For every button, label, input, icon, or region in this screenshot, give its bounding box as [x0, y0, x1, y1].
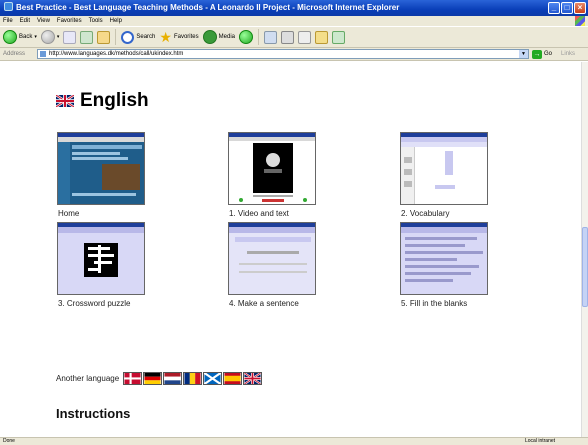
item-sentence-label: 4. Make a sentence — [229, 299, 299, 308]
window-titlebar: Best Practice - Best Language Teaching M… — [0, 0, 588, 16]
stop-icon[interactable] — [63, 30, 77, 44]
address-label: Address — [3, 51, 26, 57]
menu-favorites[interactable]: Favorites — [57, 16, 82, 26]
toolbar: Back ▾ ▾ Search ★ Favorites Media — [0, 26, 588, 48]
another-language-label: Another language — [56, 374, 120, 383]
back-button[interactable]: Back ▾ — [3, 30, 37, 44]
item-vocabulary[interactable]: 2. Vocabulary — [400, 132, 488, 218]
print-icon[interactable] — [280, 30, 294, 44]
item-video-label: 1. Video and text — [229, 209, 289, 218]
menu-edit[interactable]: Edit — [20, 16, 30, 26]
menu-file[interactable]: File — [3, 16, 13, 26]
back-label: Back — [19, 34, 33, 40]
item-vocabulary-label: 2. Vocabulary — [401, 209, 450, 218]
vertical-scrollbar[interactable] — [581, 62, 588, 437]
messenger-icon[interactable] — [331, 30, 345, 44]
mail-icon[interactable] — [263, 30, 277, 44]
instructions-heading: Instructions — [56, 406, 131, 421]
item-crossword-label: 3. Crossword puzzle — [58, 299, 131, 308]
star-icon: ★ — [159, 29, 172, 45]
page-content: English Home 1. Video and text 2. Vocabu… — [0, 62, 581, 437]
danish-flag-icon[interactable] — [123, 372, 143, 385]
media-label: Media — [218, 34, 235, 40]
menu-view[interactable]: View — [37, 16, 50, 26]
video-thumbnail — [228, 132, 316, 205]
close-button[interactable]: × — [574, 2, 586, 14]
item-video[interactable]: 1. Video and text — [228, 132, 316, 218]
go-button[interactable]: → Go — [532, 49, 553, 59]
window-controls: _ □ × — [548, 2, 586, 14]
windows-logo-icon — [575, 16, 585, 26]
spanish-flag-icon[interactable] — [223, 372, 243, 385]
item-crossword[interactable]: 3. Crossword puzzle — [57, 222, 145, 308]
menu-tools[interactable]: Tools — [89, 16, 103, 26]
window-title: Best Practice - Best Language Teaching M… — [16, 3, 400, 12]
item-blanks[interactable]: 5. Fill in the blanks — [400, 222, 488, 308]
history-icon[interactable] — [238, 30, 253, 44]
language-selector: Another language — [56, 372, 263, 385]
go-label: Go — [544, 51, 553, 57]
home-thumbnail — [57, 132, 145, 205]
page-icon — [39, 50, 47, 58]
maximize-button[interactable]: □ — [561, 2, 573, 14]
uk-flag-icon[interactable] — [243, 372, 263, 385]
back-arrow-icon — [3, 30, 17, 44]
search-label: Search — [136, 34, 156, 40]
vocabulary-thumbnail — [400, 132, 488, 205]
address-url: http://www.languages.dk/methods/call/uki… — [49, 51, 184, 57]
search-button[interactable]: Search — [121, 30, 156, 44]
item-home[interactable]: Home — [57, 132, 145, 218]
item-blanks-label: 5. Fill in the blanks — [401, 299, 468, 308]
blanks-thumbnail — [400, 222, 488, 295]
uk-flag-icon — [56, 95, 74, 107]
address-bar: Address http://www.languages.dk/methods/… — [0, 48, 588, 61]
sentence-thumbnail — [228, 222, 316, 295]
page-heading: English — [56, 90, 149, 112]
crossword-thumbnail — [57, 222, 145, 295]
favorites-label: Favorites — [173, 34, 199, 40]
edit-icon[interactable] — [297, 30, 311, 44]
address-dropdown-icon[interactable]: ▼ — [519, 50, 528, 58]
menu-help[interactable]: Help — [110, 16, 122, 26]
favorites-button[interactable]: ★ Favorites — [159, 30, 198, 44]
dutch-flag-icon[interactable] — [163, 372, 183, 385]
status-bar: Done Local intranet — [0, 437, 588, 445]
menu-bar: File Edit View Favorites Tools Help — [0, 16, 588, 26]
go-arrow-icon: → — [532, 49, 542, 59]
scottish-flag-icon[interactable] — [203, 372, 223, 385]
minimize-button[interactable]: _ — [548, 2, 560, 14]
address-input[interactable]: http://www.languages.dk/methods/call/uki… — [37, 49, 529, 59]
ie-icon — [4, 2, 13, 12]
forward-arrow-icon — [40, 30, 55, 44]
heading-text: English — [80, 90, 149, 111]
status-text: Done — [3, 438, 15, 444]
item-home-label: Home — [58, 209, 80, 218]
scrollbar-thumb[interactable] — [582, 227, 588, 307]
german-flag-icon[interactable] — [143, 372, 163, 385]
search-icon — [121, 30, 135, 44]
forward-button[interactable]: ▾ — [40, 30, 59, 44]
media-button[interactable]: Media — [202, 30, 235, 44]
romanian-flag-icon[interactable] — [183, 372, 203, 385]
links-label[interactable]: Links — [561, 51, 575, 57]
refresh-icon[interactable] — [80, 30, 94, 44]
security-zone: Local intranet — [525, 438, 556, 444]
home-icon[interactable] — [97, 30, 111, 44]
folder-icon[interactable] — [314, 30, 328, 44]
item-sentence[interactable]: 4. Make a sentence — [228, 222, 316, 308]
media-icon — [202, 30, 217, 44]
